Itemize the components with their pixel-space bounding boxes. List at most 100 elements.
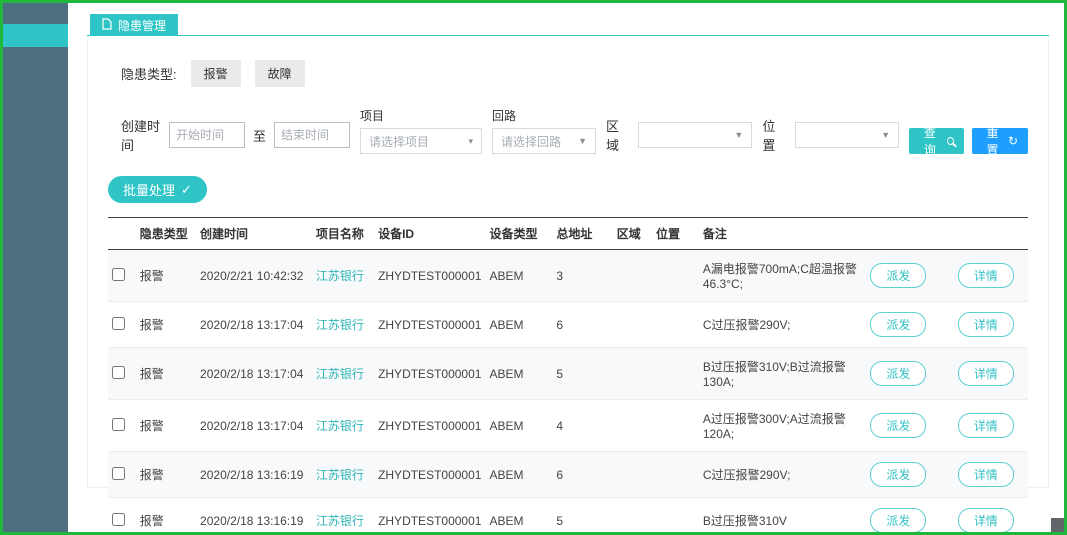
cell-create-time: 2020/2/18 13:17:04 bbox=[196, 400, 312, 452]
detail-button[interactable]: 详情 bbox=[958, 312, 1014, 337]
cell-hazard-type: 报警 bbox=[136, 302, 196, 348]
chevron-down-icon: ▼ bbox=[578, 136, 587, 146]
cell-region bbox=[613, 348, 652, 400]
header-create-time: 创建时间 bbox=[196, 218, 312, 250]
cell-device-id: ZHYDTEST000001 bbox=[374, 302, 485, 348]
cell-hazard-type: 报警 bbox=[136, 250, 196, 302]
dispatch-button[interactable]: 派发 bbox=[870, 312, 926, 337]
create-time-group: 创建时间 至 bbox=[121, 116, 350, 154]
cell-device-type: ABEM bbox=[485, 400, 552, 452]
row-checkbox[interactable] bbox=[112, 467, 125, 480]
cell-device-type: ABEM bbox=[485, 348, 552, 400]
row-checkbox[interactable] bbox=[112, 268, 125, 281]
cell-hazard-type: 报警 bbox=[136, 400, 196, 452]
cell-position bbox=[652, 348, 699, 400]
circuit-select[interactable]: 请选择回路 ▼ bbox=[492, 128, 596, 154]
hazard-table: 隐患类型 创建时间 项目名称 设备ID 设备类型 总地址 区域 位置 备注 bbox=[108, 217, 1028, 532]
header-device-id: 设备ID bbox=[374, 218, 485, 250]
header-hazard-type: 隐患类型 bbox=[136, 218, 196, 250]
dispatch-button[interactable]: 派发 bbox=[870, 462, 926, 487]
chevron-down-icon: ▼ bbox=[881, 130, 890, 140]
table-row: 报警 2020/2/18 13:16:19 江苏银行 ZHYDTEST00000… bbox=[108, 498, 1028, 533]
position-label: 位置 bbox=[762, 116, 786, 154]
refresh-icon: ↻ bbox=[1008, 134, 1018, 148]
main-content: 隐患管理 隐患类型: 报警 故障 创建时间 至 bbox=[68, 3, 1064, 532]
chevron-down-icon: ▼ bbox=[734, 130, 743, 140]
cell-address: 3 bbox=[552, 250, 612, 302]
cell-device-type: ABEM bbox=[485, 498, 552, 533]
row-checkbox[interactable] bbox=[112, 418, 125, 431]
table-row: 报警 2020/2/18 13:16:19 江苏银行 ZHYDTEST00000… bbox=[108, 452, 1028, 498]
reset-button[interactable]: 重置 ↻ bbox=[972, 128, 1028, 154]
batch-process-button[interactable]: 批量处理 ✓ bbox=[108, 176, 207, 203]
header-project-name: 项目名称 bbox=[312, 218, 374, 250]
reset-button-label: 重置 bbox=[982, 124, 1003, 158]
cell-remark: C过压报警290V; bbox=[699, 452, 867, 498]
cell-create-time: 2020/2/18 13:17:04 bbox=[196, 302, 312, 348]
cell-address: 5 bbox=[552, 498, 612, 533]
dispatch-button[interactable]: 派发 bbox=[870, 263, 926, 288]
cell-project-name[interactable]: 江苏银行 bbox=[312, 250, 374, 302]
start-time-input[interactable] bbox=[169, 122, 245, 148]
header-actions-col bbox=[866, 218, 1028, 250]
tab-bar: 隐患管理 bbox=[87, 14, 1049, 36]
search-icon bbox=[947, 137, 954, 145]
cell-project-name[interactable]: 江苏银行 bbox=[312, 400, 374, 452]
table-body: 报警 2020/2/21 10:42:32 江苏银行 ZHYDTEST00000… bbox=[108, 250, 1028, 533]
hazard-type-filter: 隐患类型: 报警 故障 bbox=[121, 60, 1028, 87]
cell-hazard-type: 报警 bbox=[136, 452, 196, 498]
position-group: 位置 ▼ bbox=[762, 116, 899, 154]
end-time-input[interactable] bbox=[274, 122, 350, 148]
header-region: 区域 bbox=[613, 218, 652, 250]
dispatch-button[interactable]: 派发 bbox=[870, 508, 926, 532]
cell-position bbox=[652, 498, 699, 533]
cell-region bbox=[613, 302, 652, 348]
tab-hazard-management[interactable]: 隐患管理 bbox=[90, 14, 178, 36]
dispatch-button[interactable]: 派发 bbox=[870, 413, 926, 438]
cell-create-time: 2020/2/18 13:17:04 bbox=[196, 348, 312, 400]
search-button[interactable]: 查询 bbox=[909, 128, 964, 154]
project-select[interactable]: 请选择项目 ▾ bbox=[360, 128, 482, 154]
header-position: 位置 bbox=[652, 218, 699, 250]
dispatch-button[interactable]: 派发 bbox=[870, 361, 926, 386]
row-checkbox[interactable] bbox=[112, 366, 125, 379]
cell-address: 6 bbox=[552, 452, 612, 498]
cell-address: 6 bbox=[552, 302, 612, 348]
detail-button[interactable]: 详情 bbox=[958, 508, 1014, 532]
cell-device-type: ABEM bbox=[485, 452, 552, 498]
cell-project-name[interactable]: 江苏银行 bbox=[312, 302, 374, 348]
detail-button[interactable]: 详情 bbox=[958, 361, 1014, 386]
table-header: 隐患类型 创建时间 项目名称 设备ID 设备类型 总地址 区域 位置 备注 bbox=[108, 218, 1028, 250]
detail-button[interactable]: 详情 bbox=[958, 263, 1014, 288]
row-checkbox[interactable] bbox=[112, 317, 125, 330]
cell-project-name[interactable]: 江苏银行 bbox=[312, 498, 374, 533]
cell-project-name[interactable]: 江苏银行 bbox=[312, 348, 374, 400]
row-checkbox[interactable] bbox=[112, 513, 125, 526]
cell-hazard-type: 报警 bbox=[136, 348, 196, 400]
table-row: 报警 2020/2/18 13:17:04 江苏银行 ZHYDTEST00000… bbox=[108, 400, 1028, 452]
filter-row: 创建时间 至 项目 请选择项目 ▾ 回路 bbox=[121, 107, 1028, 154]
region-select[interactable]: ▼ bbox=[638, 122, 752, 148]
cell-remark: A过压报警300V;A过流报警120A; bbox=[699, 400, 867, 452]
cell-region bbox=[613, 400, 652, 452]
cell-device-type: ABEM bbox=[485, 302, 552, 348]
position-select[interactable]: ▼ bbox=[795, 122, 899, 148]
circuit-select-placeholder: 请选择回路 bbox=[501, 133, 561, 150]
toolbar: 批量处理 ✓ bbox=[108, 176, 1028, 203]
scrollbar-thumb[interactable] bbox=[1051, 518, 1064, 532]
sidebar-active-item[interactable] bbox=[3, 24, 68, 47]
cell-address: 4 bbox=[552, 400, 612, 452]
detail-button[interactable]: 详情 bbox=[958, 462, 1014, 487]
cell-device-id: ZHYDTEST000001 bbox=[374, 452, 485, 498]
cell-device-id: ZHYDTEST000001 bbox=[374, 400, 485, 452]
cell-position bbox=[652, 400, 699, 452]
type-fault-button[interactable]: 故障 bbox=[255, 60, 305, 87]
page-frame: 隐患管理 隐患类型: 报警 故障 创建时间 至 bbox=[0, 0, 1067, 535]
table-row: 报警 2020/2/21 10:42:32 江苏银行 ZHYDTEST00000… bbox=[108, 250, 1028, 302]
cell-project-name[interactable]: 江苏银行 bbox=[312, 452, 374, 498]
type-alarm-button[interactable]: 报警 bbox=[191, 60, 241, 87]
cell-create-time: 2020/2/18 13:16:19 bbox=[196, 498, 312, 533]
header-remark: 备注 bbox=[699, 218, 867, 250]
detail-button[interactable]: 详情 bbox=[958, 413, 1014, 438]
to-label: 至 bbox=[253, 126, 266, 145]
